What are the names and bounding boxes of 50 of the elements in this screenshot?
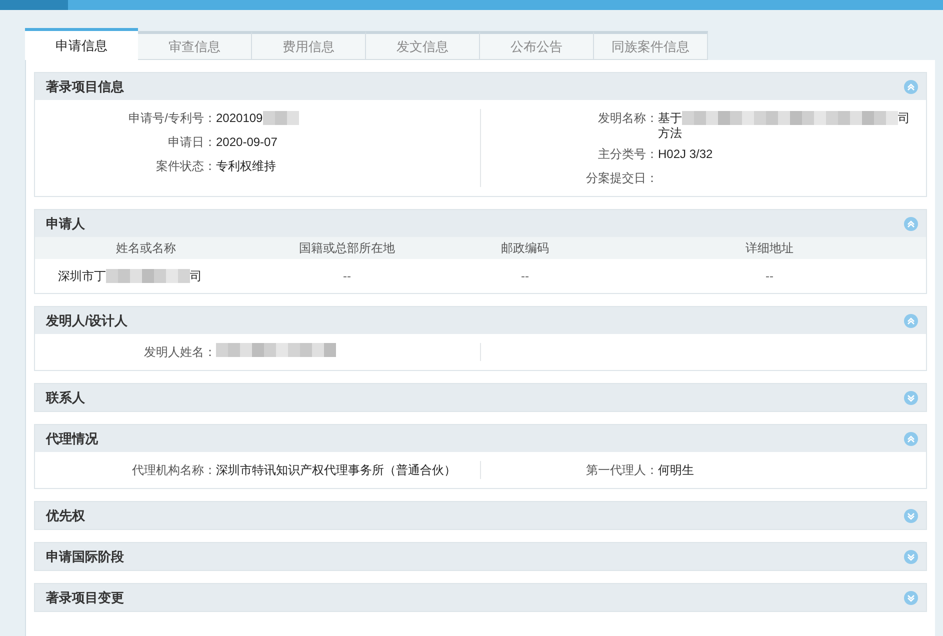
column-header: 姓名或名称 <box>115 240 177 257</box>
field-label: 主分类号： <box>597 146 658 163</box>
field-value: 司 <box>898 110 910 127</box>
section-title: 著录项目变更 <box>46 588 124 607</box>
section-title: 著录项目信息 <box>46 78 124 96</box>
table-cell-text: -- <box>520 268 530 285</box>
collapse-icon[interactable] <box>904 432 918 446</box>
field-label: 申请日： <box>167 134 216 151</box>
field-value: H02J 3/32 <box>658 146 713 163</box>
field-label: 案件状态： <box>155 158 216 175</box>
collapse-icon[interactable] <box>904 314 918 328</box>
table-cell-text: -- <box>342 268 352 285</box>
section-title: 联系人 <box>46 388 85 407</box>
column-header: 详细地址 <box>744 240 794 257</box>
field-value: 深圳市特讯知识产权代理事务所（普通合伙） <box>216 462 456 479</box>
field-label: 代理机构名称： <box>131 462 216 479</box>
expand-icon[interactable] <box>904 590 918 604</box>
tab[interactable]: 同族案件信息 <box>594 31 708 60</box>
section-title: 优先权 <box>46 506 85 525</box>
field-label: 发明人姓名： <box>143 344 216 361</box>
collapse-icon[interactable] <box>904 80 918 94</box>
field-value: 方法 <box>658 127 683 139</box>
column-header: 邮政编码 <box>500 240 550 257</box>
expand-icon[interactable] <box>904 550 918 564</box>
section-title: 申请国际阶段 <box>46 548 124 566</box>
top-bar-segment <box>0 0 68 10</box>
tab[interactable]: 申请信息 <box>25 28 138 60</box>
field-value: 2020-09-07 <box>216 134 278 151</box>
section-title: 代理情况 <box>46 430 98 448</box>
tab[interactable]: 费用信息 <box>252 31 366 60</box>
field-value: 司 <box>190 268 202 285</box>
section-title: 发明人/设计人 <box>46 312 128 330</box>
field-value: 深圳市丁 <box>58 268 106 285</box>
field-value: 基于 <box>658 110 682 126</box>
column-header: 国籍或总部所在地 <box>298 240 396 257</box>
table-cell-text: -- <box>764 268 774 285</box>
collapse-icon[interactable] <box>904 216 918 230</box>
field-value: 专利权维持 <box>216 158 276 175</box>
field-label: 申请号/专利号： <box>128 110 216 127</box>
field-value: 2020109 <box>216 110 263 127</box>
tab[interactable]: 审查信息 <box>138 31 252 60</box>
field-label: 分案提交日： <box>585 170 658 187</box>
expand-icon[interactable] <box>904 390 918 404</box>
section-title: 申请人 <box>46 214 85 233</box>
field-label: 第一代理人： <box>585 462 658 479</box>
tab[interactable]: 公布公告 <box>480 31 594 60</box>
field-value: 何明生 <box>658 462 694 479</box>
field-label: 发明名称： <box>597 110 658 127</box>
tab[interactable]: 发文信息 <box>366 31 480 60</box>
expand-icon[interactable] <box>904 508 918 522</box>
